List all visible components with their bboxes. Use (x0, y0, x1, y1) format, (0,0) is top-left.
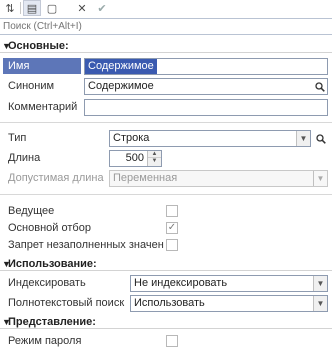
forbid-empty-label: Запрет незаполненных значен (8, 239, 164, 251)
length-field[interactable]: 500 ▲ ▼ (109, 150, 162, 167)
name-field-value: Содержимое (85, 59, 157, 74)
stepper-down-icon[interactable]: ▼ (148, 158, 161, 165)
fulltext-label: Полнотекстовый поиск (8, 297, 125, 309)
section-main-title: Основные: (8, 40, 69, 52)
divider (0, 122, 332, 123)
synonym-label: Синоним (8, 80, 55, 92)
search-icon[interactable] (314, 131, 328, 146)
section-usage[interactable]: ▼ Использование: (0, 258, 332, 271)
leading-checkbox[interactable] (166, 205, 178, 217)
section-presentation[interactable]: ▼ Представление: (0, 316, 332, 329)
section-divider (0, 52, 332, 53)
leading-label: Ведущее (8, 205, 55, 217)
allowed-length-field: Переменная ▼ (109, 170, 328, 187)
main-filter-checkbox[interactable]: ✓ (166, 222, 178, 234)
allowed-length-field-value: Переменная (113, 172, 178, 184)
section-divider (0, 270, 332, 271)
divider (0, 194, 332, 195)
toolbar: ⇅ ▤ ▢ ✕ ✔ (0, 0, 332, 18)
synonym-field-value: Содержимое (88, 80, 154, 92)
length-stepper[interactable]: ▲ ▼ (147, 151, 161, 166)
comment-label: Комментарий (8, 101, 78, 113)
section-usage-title: Использование: (8, 258, 97, 270)
close-icon[interactable]: ✕ (73, 0, 91, 16)
indexing-field-value: Не индексировать (134, 277, 228, 289)
stepper-up-icon[interactable]: ▲ (148, 151, 161, 158)
section-presentation-title: Представление: (8, 316, 96, 328)
search-box (0, 18, 332, 35)
password-mode-label: Режим пароля (8, 335, 82, 347)
password-mode-checkbox[interactable] (166, 335, 178, 347)
comment-field[interactable] (84, 99, 328, 116)
indexing-label: Индексировать (8, 277, 86, 289)
toolbar-separator (20, 2, 21, 14)
section-divider (0, 328, 332, 329)
length-label: Длина (8, 152, 41, 164)
categories-icon[interactable]: ▤ (23, 0, 41, 16)
checkmark-icon: ✓ (167, 222, 177, 233)
type-field[interactable]: Строка ▼ (109, 130, 311, 147)
allowed-length-label: Допустимая длина (8, 172, 104, 184)
check-icon[interactable]: ✔ (93, 0, 111, 16)
document-icon[interactable]: ▢ (43, 0, 61, 16)
chevron-down-icon[interactable]: ▼ (313, 276, 327, 291)
chevron-down-icon: ▼ (313, 171, 327, 186)
section-main[interactable]: ▼ Основные: (0, 40, 332, 53)
search-icon[interactable] (313, 79, 327, 94)
type-label: Тип (8, 132, 27, 144)
sort-icon[interactable]: ⇅ (1, 0, 19, 16)
chevron-down-icon[interactable]: ▼ (296, 131, 310, 146)
synonym-field[interactable]: Содержимое (84, 78, 328, 95)
forbid-empty-checkbox[interactable] (166, 239, 178, 251)
main-filter-label: Основной отбор (8, 222, 91, 234)
chevron-down-icon[interactable]: ▼ (313, 296, 327, 311)
name-label: Имя (3, 58, 81, 74)
type-field-value: Строка (113, 132, 150, 144)
name-field[interactable]: Содержимое (84, 58, 328, 75)
search-input[interactable] (0, 19, 332, 34)
fulltext-field-value: Использовать (134, 297, 205, 309)
length-field-value: 500 (125, 152, 144, 164)
indexing-field[interactable]: Не индексировать ▼ (130, 275, 328, 292)
fulltext-field[interactable]: Использовать ▼ (130, 295, 328, 312)
